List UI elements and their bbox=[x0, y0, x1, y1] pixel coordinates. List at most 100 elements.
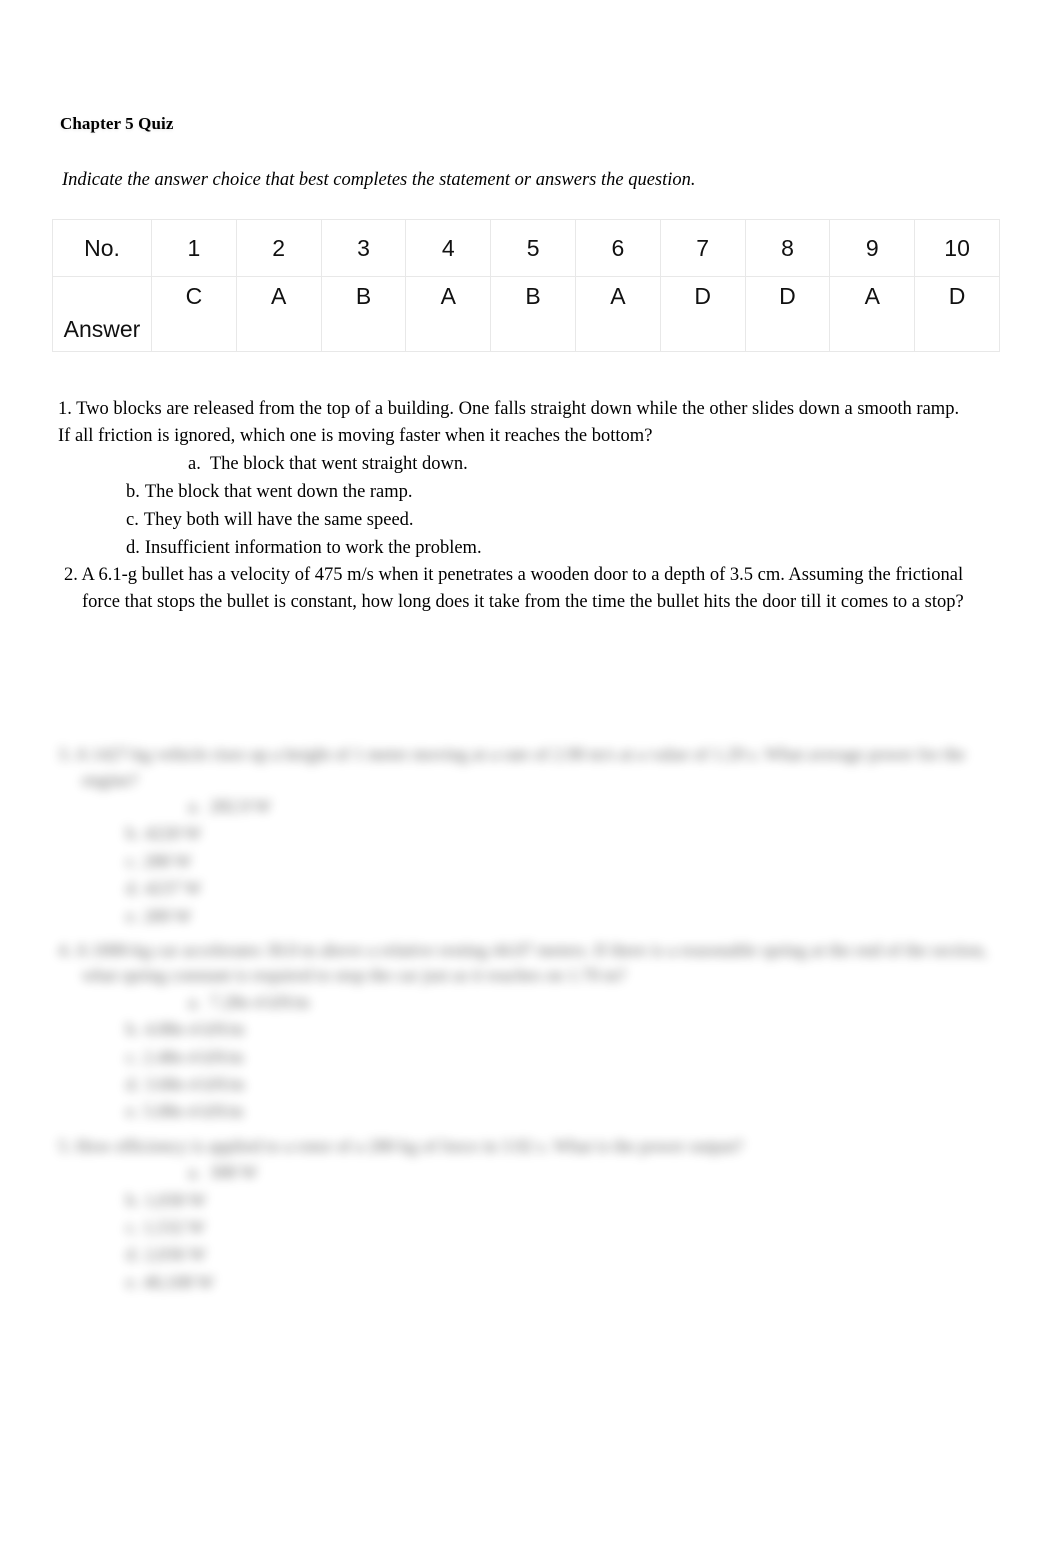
obscured-question-4-line-1: 4. A 1000-kg car accelerates 30.0 m abov… bbox=[58, 939, 988, 960]
obscured-question-5-line-1: 5. How efficiency is applied to a rotor … bbox=[58, 1135, 744, 1156]
questions-list: 1. Two blocks are released from the top … bbox=[58, 396, 1024, 616]
obscured-choice-b-text: 4.88e-4 kN/m bbox=[144, 1019, 245, 1040]
obscured-choice-e-letter: e. bbox=[126, 1271, 139, 1292]
choice-b-letter: b. bbox=[126, 481, 140, 502]
obscured-choice-e-text: 5.08e-4 kN/m bbox=[143, 1101, 244, 1122]
obscured-choice-d-letter: d. bbox=[126, 1244, 140, 1265]
table-row-numbers: No. 1 2 3 4 5 6 7 8 9 10 bbox=[52, 219, 1000, 277]
obscured-choice-b-letter: b. bbox=[126, 1019, 140, 1040]
obscured-choice-c: c. 1,532 W bbox=[58, 1214, 1024, 1241]
obscured-question-3-choices: a. 282.9 W b. 4220 W c. 288 W d. 4237 W e. 28… bbox=[58, 793, 1024, 930]
table-row-answers: Answer C A B A B A D D A D bbox=[52, 276, 1000, 352]
obscured-choice-e: e. 5.08e-4 kN/m bbox=[58, 1098, 1024, 1125]
obscured-choice-d-text: 3.68e-4 kN/m bbox=[144, 1074, 245, 1095]
choice-b[interactable]: b. The block that went down the ramp. bbox=[58, 478, 1024, 506]
answer-cell: A bbox=[405, 276, 492, 352]
obscured-question-5: 5. How efficiency is applied to a rotor … bbox=[58, 1134, 1024, 1296]
obscured-choice-e: e. 289 W bbox=[58, 903, 1024, 930]
obscured-choice-d: d. 2,036 W bbox=[58, 1241, 1024, 1268]
obscured-choice-e-letter: e. bbox=[126, 1101, 139, 1122]
choice-c[interactable]: c. They both will have the same speed. bbox=[58, 506, 1024, 534]
choice-a-text: The block that went straight down. bbox=[209, 453, 468, 474]
answer-cell: D bbox=[659, 276, 746, 352]
obscured-choice-c: c. 2.48e-4 kN/m bbox=[58, 1044, 1024, 1071]
choice-d-text: Insufficient information to work the pro… bbox=[144, 537, 482, 558]
obscured-choice-b-letter: b. bbox=[126, 1189, 140, 1210]
obscured-choice-e-letter: e. bbox=[126, 905, 139, 926]
choice-a-letter: a. bbox=[188, 453, 201, 474]
answer-cell: B bbox=[320, 276, 407, 352]
obscured-choice-b: b. 1,030 W bbox=[58, 1187, 1024, 1214]
obscured-choice-a: a. 7.28e-4 kN/m bbox=[58, 989, 1024, 1016]
question-number-cell: 8 bbox=[744, 219, 831, 277]
obscured-question-4-line-2: what spring constant is required to stop… bbox=[82, 965, 626, 986]
obscured-choice-a-text: 7.28e-4 kN/m bbox=[209, 991, 310, 1012]
question-2-line-2: force that stops the bullet is constant,… bbox=[82, 591, 964, 612]
answer-cell: A bbox=[235, 276, 322, 352]
obscured-question-3-line-2: engine? bbox=[82, 769, 138, 790]
obscured-choice-c-text: 288 W bbox=[143, 850, 192, 871]
obscured-choice-e-text: 40,108 W bbox=[143, 1271, 215, 1292]
answer-cell: C bbox=[151, 276, 237, 352]
obscured-question-3: 3. A 1427-kg vehicle rises up a height o… bbox=[58, 742, 1024, 930]
obscured-choice-a-letter: a. bbox=[188, 991, 201, 1012]
obscured-choice-c-letter: c. bbox=[126, 1046, 139, 1067]
page-title: Chapter 5 Quiz bbox=[60, 114, 174, 133]
obscured-choice-e-text: 289 W bbox=[143, 905, 192, 926]
obscured-choice-d: d. 3.68e-4 kN/m bbox=[58, 1071, 1024, 1098]
blurred-content-region: 3. A 1427-kg vehicle rises up a height o… bbox=[58, 742, 1024, 1304]
obscured-choice-a: a. 308 W bbox=[58, 1159, 1024, 1186]
choice-d[interactable]: d. Insufficient information to work the p… bbox=[58, 534, 1024, 562]
obscured-choice-a-letter: a. bbox=[188, 1162, 201, 1183]
obscured-choice-c-text: 1,532 W bbox=[143, 1217, 206, 1238]
obscured-choice-c-letter: c. bbox=[126, 1217, 139, 1238]
question-1: 1. Two blocks are released from the top … bbox=[58, 396, 1024, 562]
obscured-choice-b: b. 4220 W bbox=[58, 820, 1024, 847]
answer-cell: D bbox=[744, 276, 831, 352]
question-number-cell: 4 bbox=[405, 219, 492, 277]
question-number-cell: 5 bbox=[490, 219, 576, 277]
choice-d-letter: d. bbox=[126, 537, 140, 558]
obscured-choice-b: b. 4.88e-4 kN/m bbox=[58, 1016, 1024, 1043]
choice-a[interactable]: a. The block that went straight down. bbox=[58, 450, 1024, 478]
question-number-cell: 2 bbox=[235, 219, 322, 277]
answer-cell: B bbox=[490, 276, 576, 352]
answer-cell: D bbox=[914, 276, 1000, 352]
obscured-choice-a-letter: a. bbox=[188, 796, 201, 817]
quiz-instruction: Indicate the answer choice that best com… bbox=[62, 170, 696, 190]
answer-cell: A bbox=[574, 276, 661, 352]
obscured-question-4: 4. A 1000-kg car accelerates 30.0 m abov… bbox=[58, 938, 1024, 1126]
choice-c-text: They both will have the same speed. bbox=[143, 509, 414, 530]
obscured-choice-b-text: 1,030 W bbox=[144, 1189, 207, 1210]
question-number-cell: 6 bbox=[574, 219, 661, 277]
obscured-choice-d-text: 4237 W bbox=[144, 878, 202, 899]
obscured-choice-d: d. 4237 W bbox=[58, 875, 1024, 902]
question-number-cell: 7 bbox=[659, 219, 746, 277]
obscured-choice-d-letter: d. bbox=[126, 878, 140, 899]
obscured-choice-a-text: 308 W bbox=[209, 1162, 258, 1183]
choice-c-letter: c. bbox=[126, 509, 139, 530]
obscured-choice-e: e. 40,108 W bbox=[58, 1269, 1024, 1296]
obscured-choice-a-text: 282.9 W bbox=[209, 796, 272, 817]
row-label-number: No. bbox=[52, 219, 152, 277]
obscured-choice-b-text: 4220 W bbox=[144, 823, 202, 844]
choice-b-text: The block that went down the ramp. bbox=[144, 481, 413, 502]
question-number-cell: 1 bbox=[151, 219, 237, 277]
question-2-line-1: 2. A 6.1-g bullet has a velocity of 475 … bbox=[64, 565, 964, 586]
answer-cell: A bbox=[829, 276, 916, 352]
question-number-cell: 3 bbox=[320, 219, 407, 277]
question-number-cell: 10 bbox=[914, 219, 1000, 277]
obscured-choice-a: a. 282.9 W bbox=[58, 793, 1024, 820]
obscured-choice-b-letter: b. bbox=[126, 823, 140, 844]
obscured-question-5-choices: a. 308 W b. 1,030 W c. 1,532 W d. 2,036 W e.… bbox=[58, 1159, 1024, 1296]
obscured-choice-c-letter: c. bbox=[126, 850, 139, 871]
question-1-line-2: If all friction is ignored, which one is… bbox=[58, 425, 653, 446]
question-2: 2. A 6.1-g bullet has a velocity of 475 … bbox=[58, 562, 1024, 616]
answer-key-table: No. 1 2 3 4 5 6 7 8 9 10 Answer C A B A … bbox=[52, 219, 1000, 352]
question-number-cell: 9 bbox=[829, 219, 916, 277]
question-1-line-1: 1. Two blocks are released from the top … bbox=[58, 399, 960, 419]
obscured-choice-c-text: 2.48e-4 kN/m bbox=[143, 1046, 244, 1067]
obscured-choice-d-text: 2,036 W bbox=[144, 1244, 207, 1265]
obscured-choice-d-letter: d. bbox=[126, 1074, 140, 1095]
row-label-answer: Answer bbox=[52, 276, 152, 352]
